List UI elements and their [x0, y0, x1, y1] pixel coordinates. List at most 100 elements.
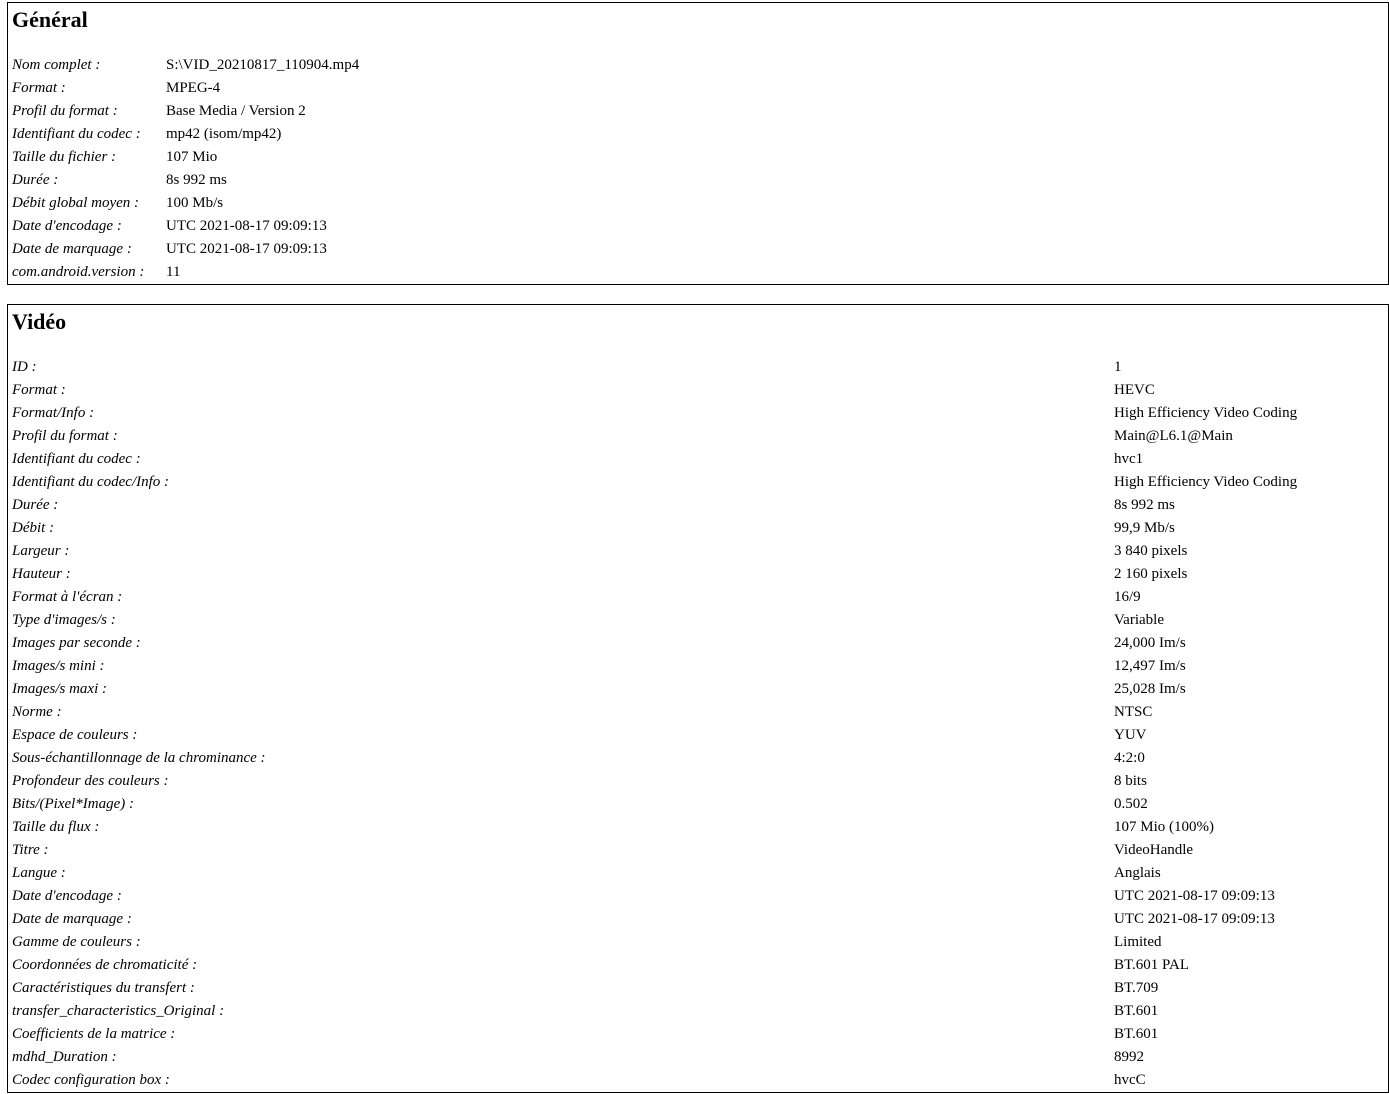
info-row: Identifiant du codec/Info : High Efficien…	[12, 471, 1388, 494]
info-label: ID :	[12, 359, 37, 375]
info-row: Images/s mini : 12,497 Im/s	[12, 655, 1388, 678]
info-value: BT.601 PAL	[1114, 957, 1190, 973]
info-label: Coefficients de la matrice :	[12, 1026, 176, 1042]
info-value: MPEG-4	[166, 80, 221, 96]
info-label: Débit global moyen :	[12, 195, 140, 211]
info-label: Durée :	[12, 497, 59, 513]
info-row: Profil du format : Base Media / Version 2	[12, 100, 1388, 123]
info-value: BT.601	[1114, 1003, 1159, 1019]
info-value: 107 Mio	[166, 149, 218, 165]
info-label: Date de marquage :	[12, 241, 132, 257]
info-value: 2 160 pixels	[1114, 566, 1188, 582]
video-section-title: Vidéo	[12, 309, 67, 334]
info-value: Variable	[1114, 612, 1164, 628]
info-label: Débit :	[12, 520, 55, 536]
info-label: Hauteur :	[12, 566, 71, 582]
info-row: Largeur : 3 840 pixels	[12, 540, 1388, 563]
info-value: 0.502	[1114, 796, 1148, 812]
info-row: Codec configuration box : hvcC	[12, 1069, 1388, 1092]
general-info-list: Nom complet : S:\VID_20210817_110904.mp4 F…	[12, 54, 1388, 284]
info-value: High Efficiency Video Coding	[1114, 405, 1298, 421]
info-value: 8s 992 ms	[166, 172, 227, 188]
info-row: Coordonnées de chromaticité : BT.601 PAL	[12, 954, 1388, 977]
info-label: Largeur :	[12, 543, 70, 559]
info-label: Profil du format :	[12, 103, 118, 119]
general-section-title: Général	[12, 7, 88, 32]
info-value: UTC 2021-08-17 09:09:13	[166, 218, 327, 234]
info-label: transfer_characteristics_Original :	[12, 1003, 225, 1019]
info-label: Bits/(Pixel*Image) :	[12, 796, 135, 812]
info-value: 8992	[1114, 1049, 1144, 1065]
info-label: Date de marquage :	[12, 911, 132, 927]
info-label: mdhd_Duration :	[12, 1049, 117, 1065]
info-label: Taille du fichier :	[12, 149, 117, 165]
info-label: Images par seconde :	[12, 635, 141, 651]
info-row: Date d'encodage : UTC 2021-08-17 09:09:13	[12, 885, 1388, 908]
video-info-list: ID : 1 Format : HEVC Format/Info : High Effic…	[12, 356, 1388, 1092]
info-label: Images/s mini :	[12, 658, 105, 674]
info-label: Format :	[12, 80, 66, 96]
info-value: hvc1	[1114, 451, 1144, 467]
info-row: Norme : NTSC	[12, 701, 1388, 724]
info-label: Durée :	[12, 172, 59, 188]
info-row: Durée : 8s 992 ms	[12, 169, 1388, 192]
info-value: 11	[166, 264, 181, 280]
info-label: Norme :	[12, 704, 62, 720]
info-label: Identifiant du codec :	[12, 451, 141, 467]
info-label: Date d'encodage :	[12, 888, 122, 904]
info-label: Identifiant du codec :	[12, 126, 141, 142]
info-row: Identifiant du codec : hvc1	[12, 448, 1388, 471]
info-label: Langue :	[12, 865, 66, 881]
info-value: UTC 2021-08-17 09:09:13	[166, 241, 327, 257]
info-label: Format :	[12, 382, 66, 398]
info-row: Images par seconde : 24,000 Im/s	[12, 632, 1388, 655]
info-value: 3 840 pixels	[1114, 543, 1188, 559]
info-row: Espace de couleurs : YUV	[12, 724, 1388, 747]
info-label: Images/s maxi :	[12, 681, 107, 697]
info-row: Profondeur des couleurs : 8 bits	[12, 770, 1388, 793]
info-value: High Efficiency Video Coding	[1114, 474, 1298, 490]
info-label: Caractéristiques du transfert :	[12, 980, 195, 996]
info-value: 25,028 Im/s	[1114, 681, 1186, 697]
info-row: Gamme de couleurs : Limited	[12, 931, 1388, 954]
info-value: 100 Mb/s	[166, 195, 224, 211]
info-row: Caractéristiques du transfert : BT.709	[12, 977, 1388, 1000]
info-value: UTC 2021-08-17 09:09:13	[1114, 888, 1275, 904]
info-row: transfer_characteristics_Original : BT.60…	[12, 1000, 1388, 1023]
info-value: mp42 (isom/mp42)	[166, 126, 282, 142]
info-value: VideoHandle	[1114, 842, 1194, 858]
info-value: 1	[1114, 359, 1122, 375]
info-value: Limited	[1114, 934, 1162, 950]
info-row: Taille du fichier : 107 Mio	[12, 146, 1388, 169]
info-label: Nom complet :	[12, 57, 101, 73]
info-value: BT.709	[1114, 980, 1159, 996]
info-row: Langue : Anglais	[12, 862, 1388, 885]
info-label: Profondeur des couleurs :	[12, 773, 169, 789]
info-value: BT.601	[1114, 1026, 1159, 1042]
info-value: HEVC	[1114, 382, 1155, 398]
info-label: Date d'encodage :	[12, 218, 122, 234]
info-row: Format : HEVC	[12, 379, 1388, 402]
info-label: Type d'images/s :	[12, 612, 116, 628]
info-row: Bits/(Pixel*Image) : 0.502	[12, 793, 1388, 816]
info-label: Sous-échantillonnage de la chrominance :	[12, 750, 266, 766]
info-value: Anglais	[1114, 865, 1161, 881]
info-row: Date de marquage : UTC 2021-08-17 09:09:1…	[12, 238, 1388, 261]
info-label: Format à l'écran :	[12, 589, 123, 605]
info-row: Type d'images/s : Variable	[12, 609, 1388, 632]
info-value: 107 Mio (100%)	[1114, 819, 1214, 835]
video-section: Vidéo ID : 1 Format : HEVC Format/Info : High…	[7, 304, 1389, 1093]
general-section: Général Nom complet : S:\VID_20210817_110…	[7, 2, 1389, 285]
info-label: Profil du format :	[12, 428, 118, 444]
info-value: 4:2:0	[1114, 750, 1145, 766]
info-label: Coordonnées de chromaticité :	[12, 957, 198, 973]
info-row: Taille du flux : 107 Mio (100%)	[12, 816, 1388, 839]
info-value: 16/9	[1114, 589, 1141, 605]
info-row: Titre : VideoHandle	[12, 839, 1388, 862]
info-row: mdhd_Duration : 8992	[12, 1046, 1388, 1069]
info-row: Images/s maxi : 25,028 Im/s	[12, 678, 1388, 701]
info-row: Identifiant du codec : mp42 (isom/mp42)	[12, 123, 1388, 146]
info-value: Base Media / Version 2	[166, 103, 306, 119]
info-label: Identifiant du codec/Info :	[12, 474, 170, 490]
info-row: Durée : 8s 992 ms	[12, 494, 1388, 517]
